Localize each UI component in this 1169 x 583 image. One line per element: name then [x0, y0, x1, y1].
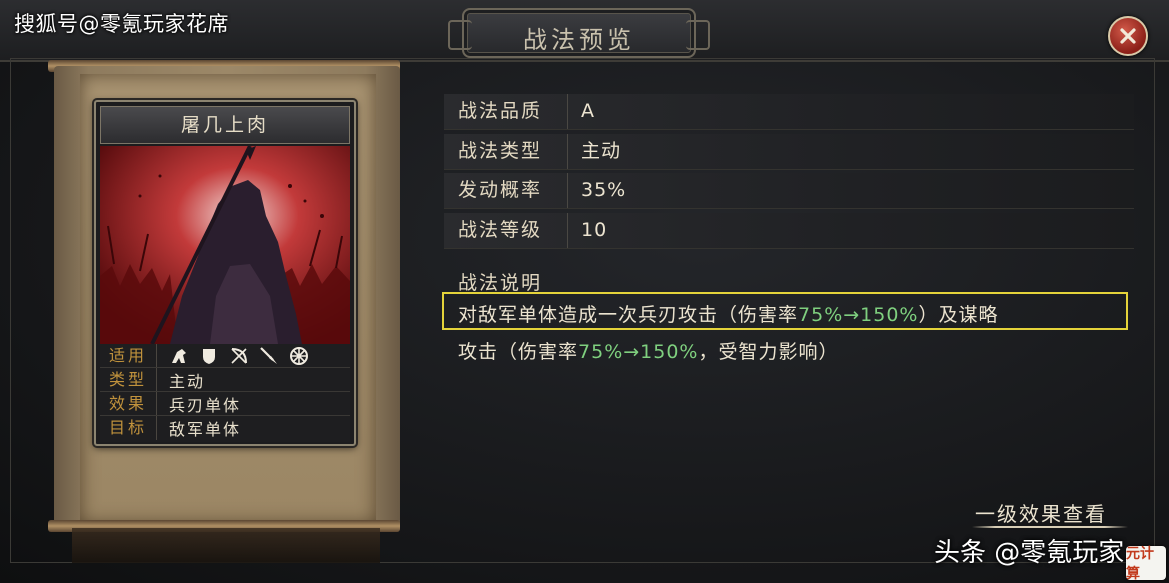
attr-value: A: [581, 100, 595, 122]
attr-value: 35%: [581, 179, 627, 201]
info-key: 适用: [100, 344, 157, 367]
damage-rate-value: 75%→150%: [798, 304, 919, 326]
spear-icon: [259, 346, 279, 366]
site-logo: 元计算: [1126, 546, 1166, 582]
attr-value: 主动: [581, 140, 622, 162]
warrior-artwork: [100, 146, 350, 344]
tactic-card: 屠几上肉 适用 类型 主动 效果 兵刃单体 目标 敌军单体: [94, 100, 356, 446]
attr-label: 发动概率: [444, 173, 568, 208]
watermark-top: 搜狐号@零氪玩家花席: [14, 12, 229, 36]
watermark-bottom: 头条 @零氪玩家: [934, 538, 1125, 568]
attr-row-quality: 战法品质 A: [444, 94, 1134, 130]
info-row-applicable: 适用: [100, 344, 350, 368]
level-one-effect-link[interactable]: 一级效果查看: [975, 498, 1107, 527]
description-text: ）及谋略: [918, 304, 999, 326]
attr-row-probability: 发动概率 35%: [444, 173, 1134, 209]
cavalry-icon: [169, 346, 189, 366]
info-key: 效果: [100, 392, 157, 415]
title-plate: 战法预览: [448, 8, 710, 58]
game-window: 搜狐号@零氪玩家花席 战法预览 屠几上肉 适用 类型 主动 效果 兵刃单体 目标…: [0, 0, 1169, 583]
card-artwork: [100, 146, 350, 344]
info-value: 敌军单体: [169, 420, 242, 439]
attr-label: 战法等级: [444, 213, 568, 248]
archer-icon: [229, 346, 249, 366]
wheel-icon: [289, 346, 309, 366]
attr-row-level: 战法等级 10: [444, 213, 1134, 249]
close-button[interactable]: [1108, 16, 1148, 56]
info-row-target: 目标 敌军单体: [100, 416, 350, 440]
window-title: 战法预览: [523, 26, 635, 54]
damage-rate-value: 75%→150%: [578, 341, 699, 363]
description-text: 对敌军单体造成一次兵刃攻击（伤害率: [458, 304, 799, 326]
description-line-2: 攻击（伤害率75%→150%，受智力影响）: [458, 337, 839, 364]
shield-icon: [199, 346, 219, 366]
card-title: 屠几上肉: [100, 106, 350, 144]
description-title: 战法说明: [458, 272, 543, 294]
info-value: 主动: [169, 371, 206, 391]
close-icon: [1120, 28, 1136, 44]
description-text: 攻击（伤害率: [458, 341, 579, 363]
attr-label: 战法品质: [444, 94, 568, 129]
attr-value: 10: [581, 219, 608, 241]
attr-label: 战法类型: [444, 134, 568, 169]
card-info-table: 适用 类型 主动 效果 兵刃单体 目标 敌军单体: [100, 344, 350, 442]
info-key: 类型: [100, 368, 157, 391]
unit-type-icons: [157, 346, 309, 366]
scroll-shadow: [72, 528, 380, 563]
effect-link-underline: [972, 526, 1128, 528]
description-line-1: 对敌军单体造成一次兵刃攻击（伤害率75%→150%）及谋略: [458, 300, 999, 327]
info-row-type: 类型 主动: [100, 368, 350, 392]
info-key: 目标: [100, 416, 157, 440]
description-text: ，受智力影响）: [698, 341, 839, 363]
info-value: 兵刃单体: [169, 395, 242, 415]
attr-row-type: 战法类型 主动: [444, 134, 1134, 170]
info-row-effect: 效果 兵刃单体: [100, 392, 350, 416]
